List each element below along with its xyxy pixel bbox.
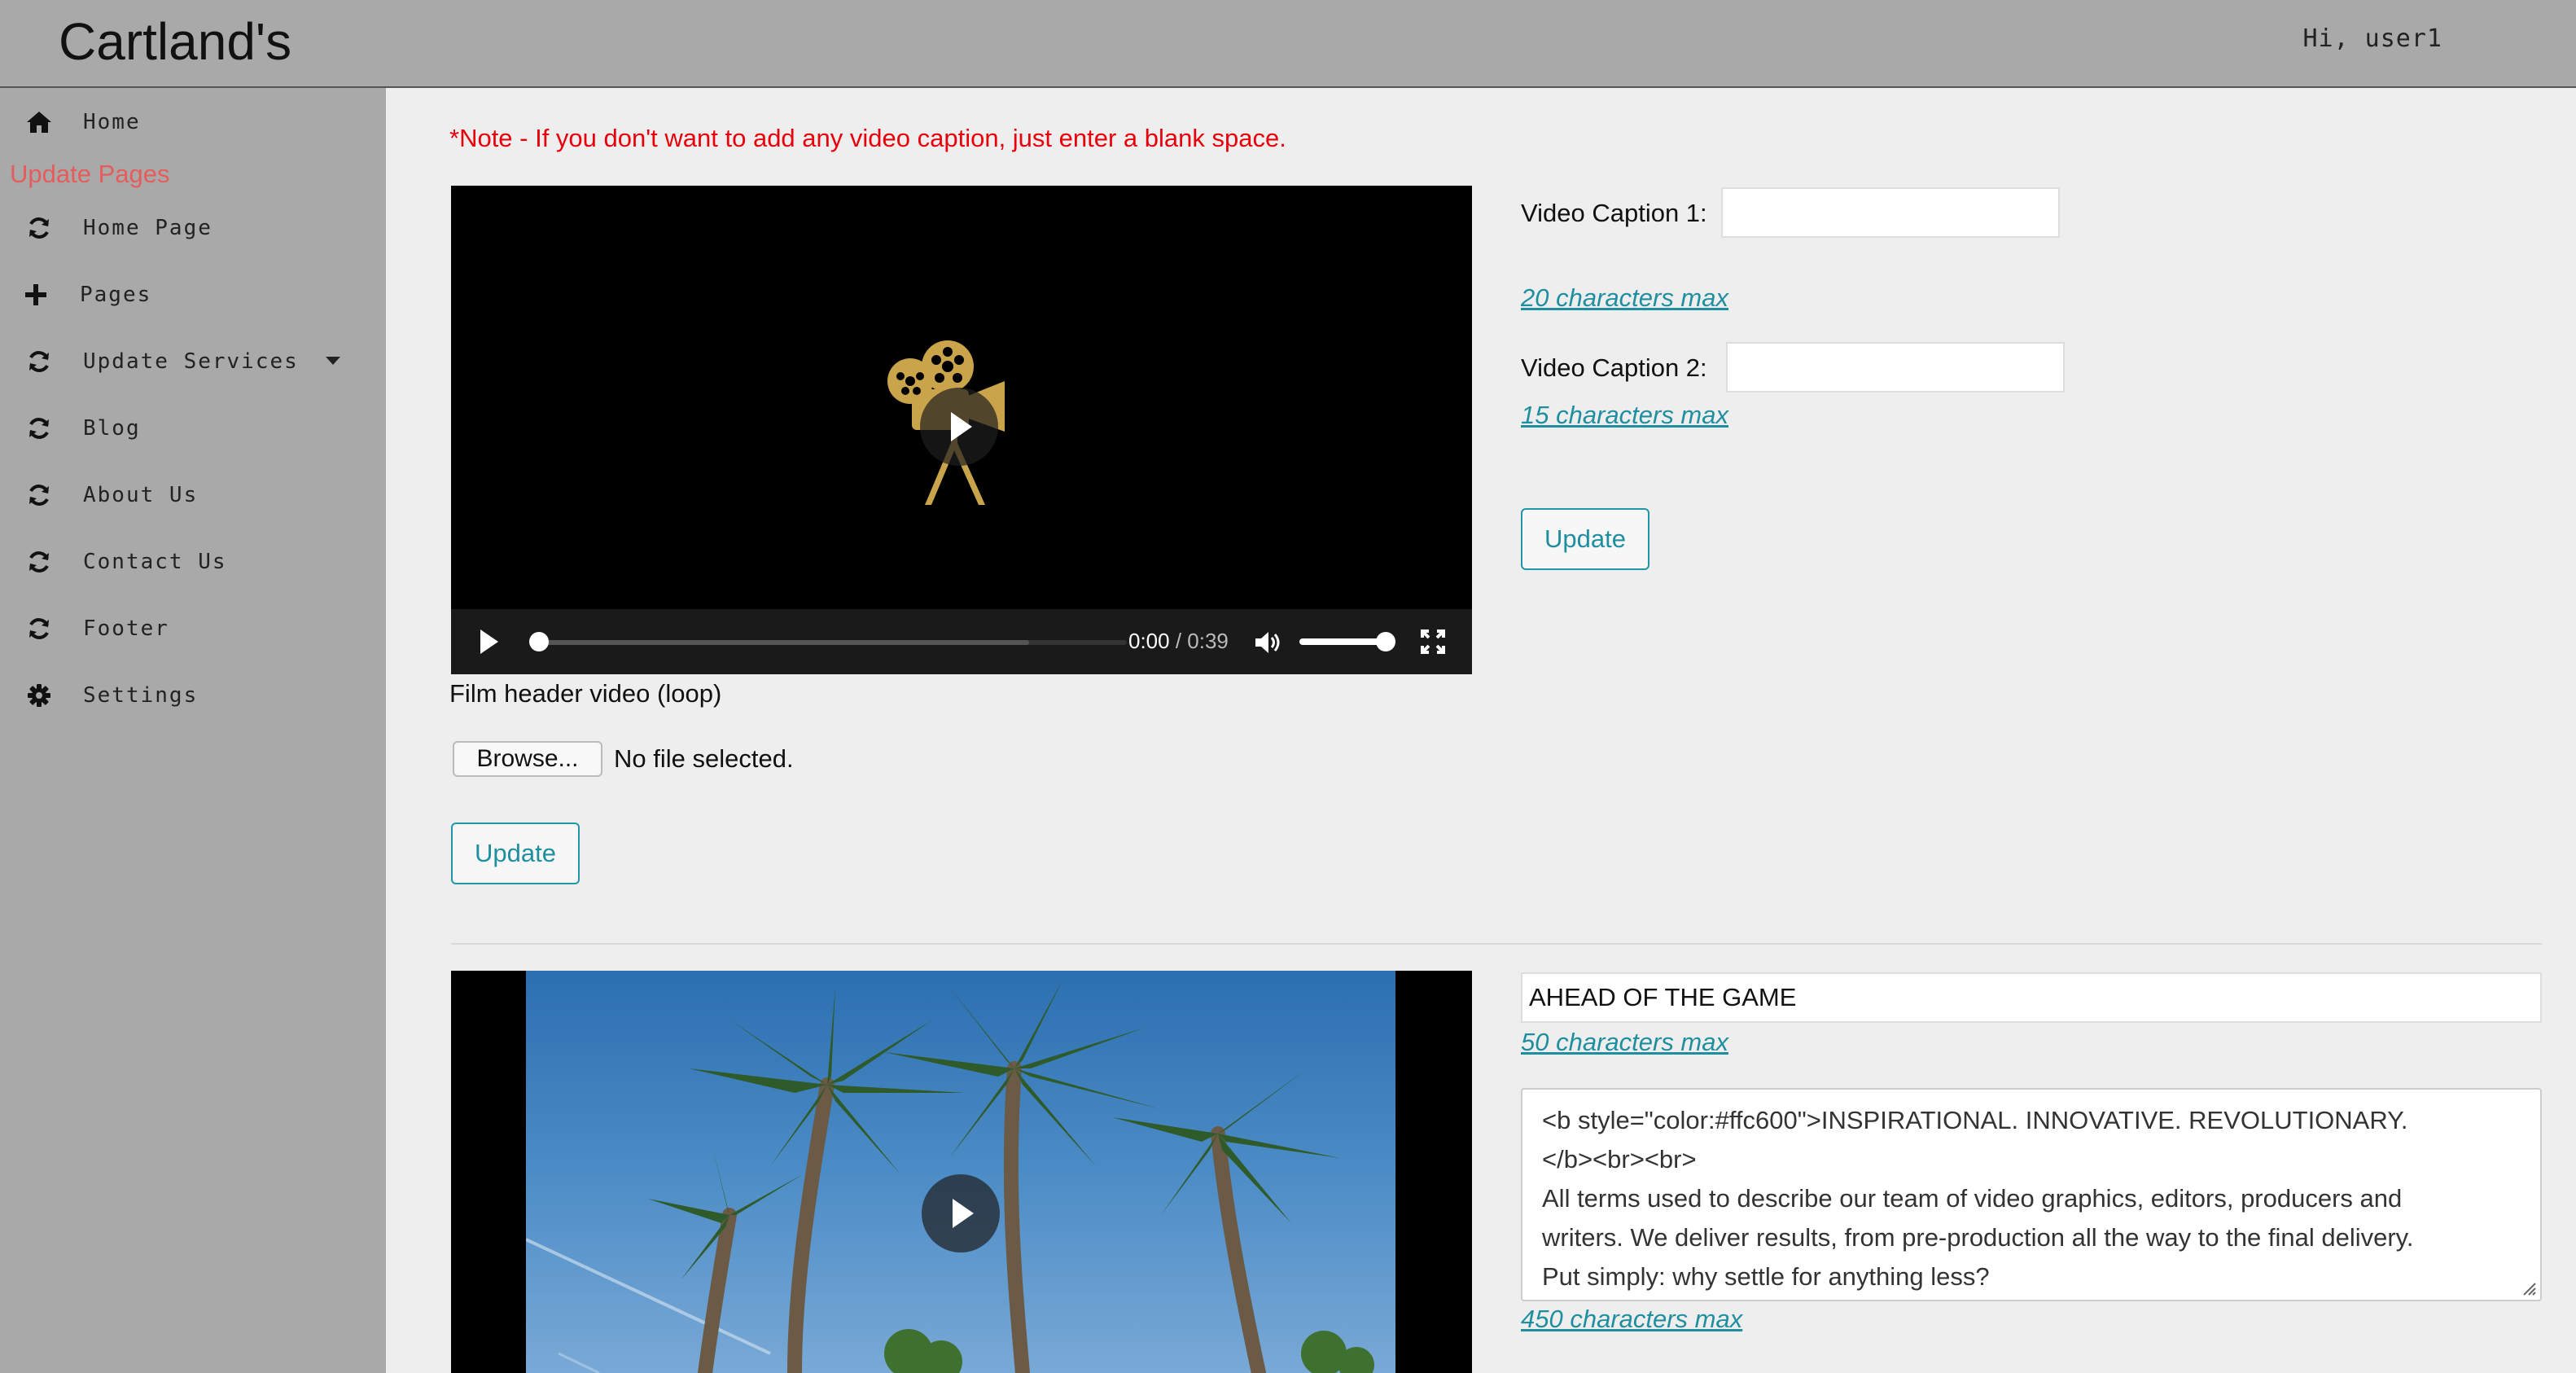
body-limit[interactable]: 450 characters max: [1521, 1305, 1742, 1334]
headline-input[interactable]: [1521, 972, 2542, 1023]
sidebar-item-pages[interactable]: Pages: [0, 270, 386, 319]
volume-handle[interactable]: [1376, 632, 1395, 651]
update-captions-button[interactable]: Update: [1521, 508, 1649, 570]
video-controls: 0:00 / 0:39: [451, 609, 1472, 674]
caption2-input[interactable]: [1726, 342, 2065, 393]
refresh-icon: [23, 479, 55, 511]
palm-trees-thumbnail: [526, 971, 1395, 1373]
sidebar-item-home-page[interactable]: Home Page: [0, 204, 386, 252]
buffered-bar: [532, 640, 1029, 645]
refresh-icon: [23, 212, 55, 244]
sidebar-item-label: Update Services: [83, 349, 299, 374]
user-greeting[interactable]: Hi, user1: [2302, 24, 2442, 53]
palm-trees-image: [526, 979, 1374, 1373]
plus-icon: [20, 279, 52, 311]
refresh-icon: [23, 412, 55, 445]
textarea-line: writers. We deliver results, from pre-pr…: [1542, 1223, 2414, 1252]
time-display: 0:00 / 0:39: [1128, 629, 1229, 654]
textarea-line: <b style="color:#ffc600">INSPIRATIONAL. …: [1542, 1106, 2408, 1134]
brand-logo[interactable]: Cartland's: [59, 11, 291, 72]
video-label: Film header video (loop): [449, 679, 722, 708]
play-icon[interactable]: [480, 629, 498, 654]
refresh-icon: [23, 345, 55, 378]
resize-handle-icon[interactable]: [2519, 1279, 2537, 1296]
sidebar-item-label: About Us: [83, 483, 199, 507]
refresh-icon: [23, 546, 55, 578]
textarea-line: </b><br><br>: [1542, 1145, 1697, 1173]
gear-icon: [23, 679, 55, 712]
big-play-button[interactable]: [922, 1174, 1000, 1252]
sidebar-item-label: Contact Us: [83, 550, 227, 574]
caption-note: *Note - If you don't want to add any vid…: [449, 124, 1286, 152]
update-video-button[interactable]: Update: [451, 822, 580, 884]
sidebar-item-label: Pages: [80, 283, 152, 307]
sidebar-item-label: Settings: [83, 683, 199, 708]
sidebar-item-blog[interactable]: Blog: [0, 404, 386, 453]
textarea-line: Put simply: why settle for anything less…: [1542, 1262, 1990, 1291]
sidebar-item-settings[interactable]: Settings: [0, 671, 386, 720]
chevron-down-icon[interactable]: [326, 357, 340, 365]
duration: / 0:39: [1175, 629, 1229, 653]
volume-icon[interactable]: [1254, 630, 1281, 655]
top-bar: Cartland's Hi, user1: [0, 0, 2576, 88]
caption1-input[interactable]: [1721, 187, 2060, 238]
textarea-line: All terms used to describe our team of v…: [1542, 1184, 2403, 1213]
sidebar-item-label: Home: [83, 110, 141, 134]
headline-limit[interactable]: 50 characters max: [1521, 1028, 1728, 1057]
sidebar-item-label: Footer: [83, 616, 169, 641]
sidebar-item-label: Home Page: [83, 216, 212, 240]
sidebar: Home Update Pages Home Page Pages Update…: [0, 88, 386, 1373]
current-time: 0:00: [1128, 629, 1170, 653]
fullscreen-icon[interactable]: [1420, 629, 1446, 655]
sidebar-item-home[interactable]: Home: [0, 98, 386, 147]
section-divider: [451, 943, 2542, 945]
seek-handle[interactable]: [529, 632, 549, 651]
sidebar-item-update-services[interactable]: Update Services: [0, 337, 386, 386]
caption1-label: Video Caption 1:: [1521, 199, 1707, 227]
sidebar-heading: Update Pages: [10, 160, 170, 188]
sidebar-item-about-us[interactable]: About Us: [0, 471, 386, 520]
sidebar-item-contact-us[interactable]: Contact Us: [0, 537, 386, 586]
section-video-player[interactable]: [451, 971, 1472, 1373]
sidebar-item-label: Blog: [83, 416, 141, 441]
browse-button[interactable]: Browse...: [453, 741, 602, 777]
refresh-icon: [23, 612, 55, 645]
caption2-label: Video Caption 2:: [1521, 353, 1707, 382]
body-textarea[interactable]: <b style="color:#ffc600">INSPIRATIONAL. …: [1521, 1088, 2542, 1301]
header-video-player[interactable]: 0:00 / 0:39: [451, 186, 1472, 674]
sidebar-item-footer[interactable]: Footer: [0, 604, 386, 653]
caption2-limit[interactable]: 15 characters max: [1521, 401, 1728, 430]
file-status: No file selected.: [614, 744, 794, 773]
seek-bar[interactable]: [532, 640, 1127, 645]
big-play-button[interactable]: [920, 388, 998, 466]
home-icon: [23, 106, 55, 138]
caption1-limit[interactable]: 20 characters max: [1521, 283, 1728, 313]
